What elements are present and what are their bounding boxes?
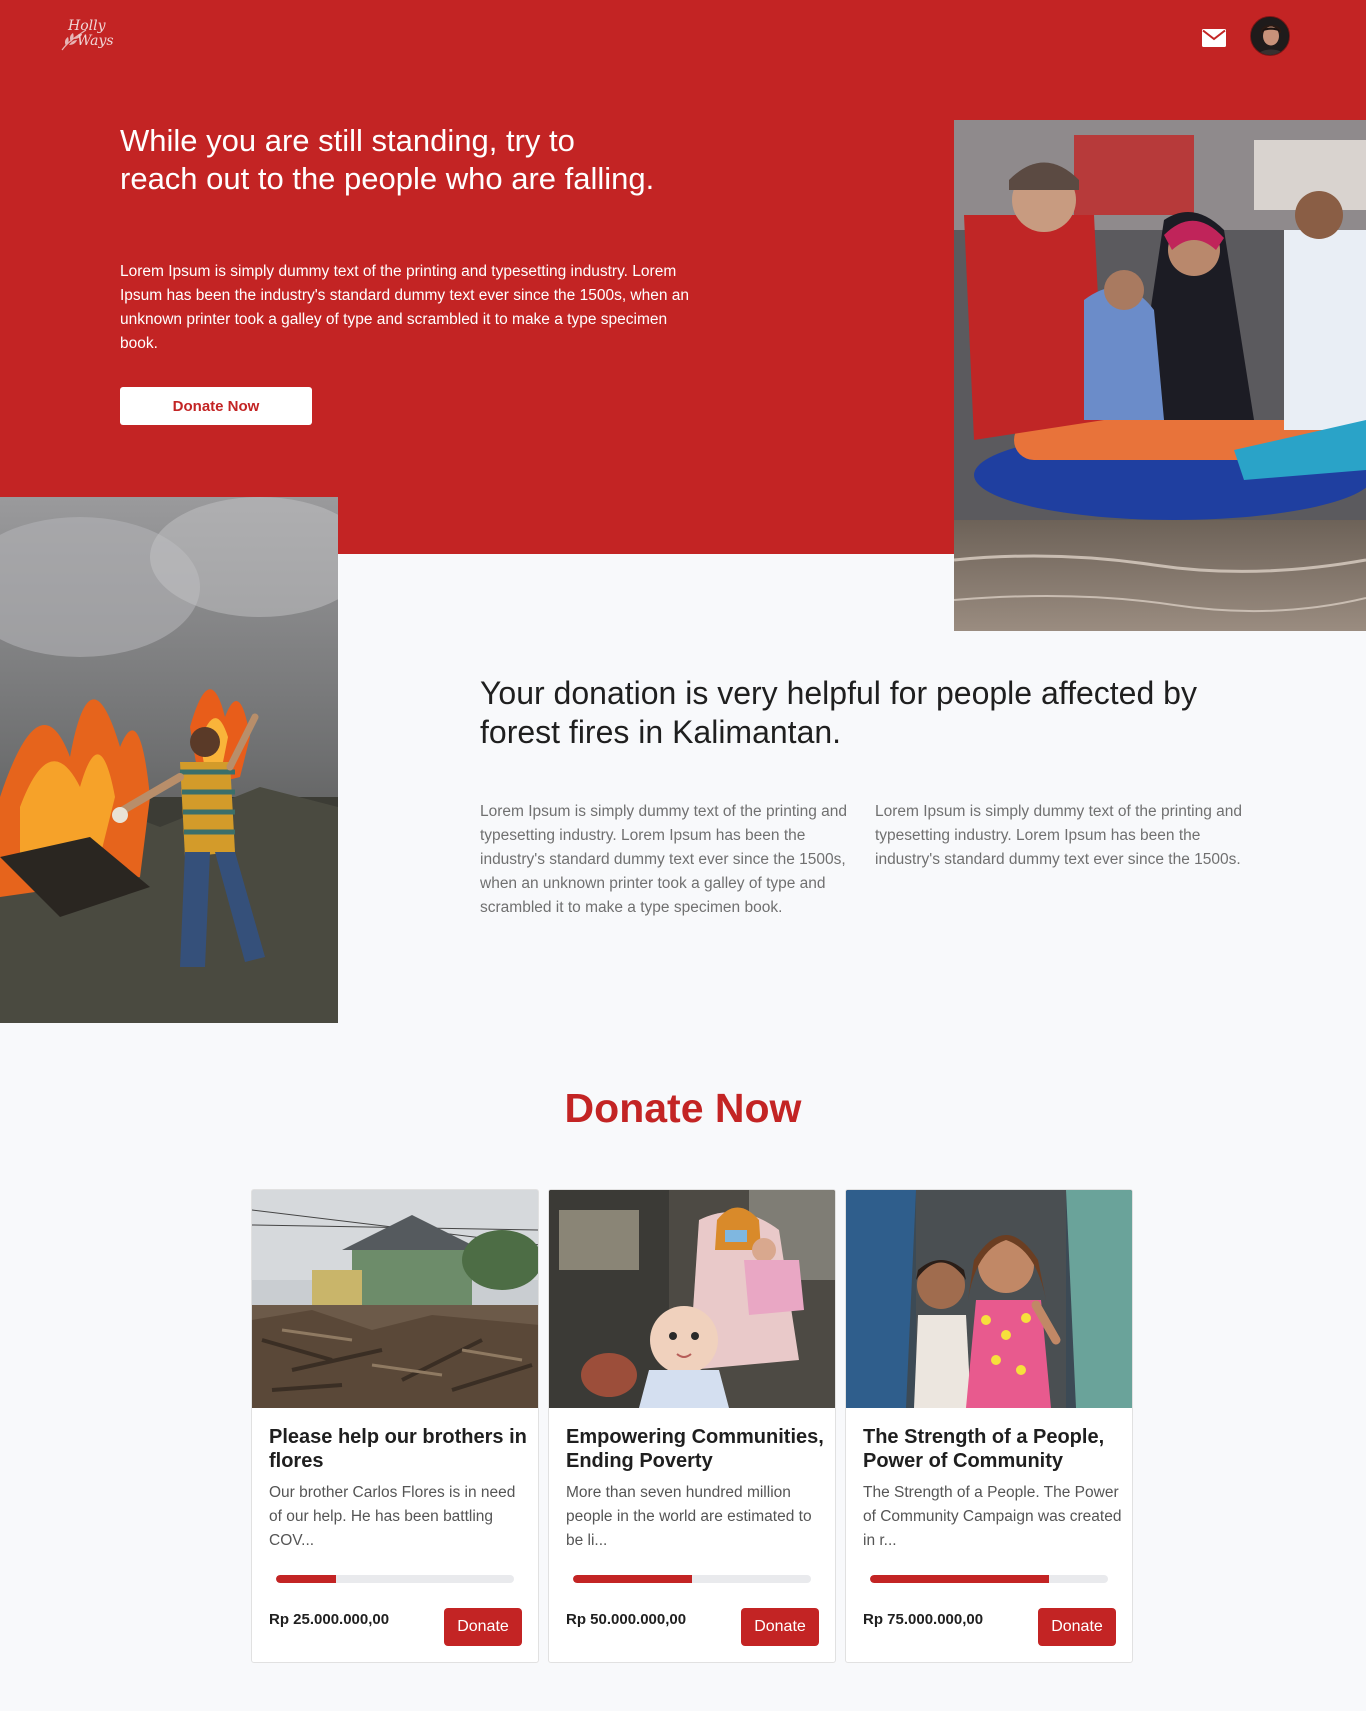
forest-fire-photo (0, 497, 338, 1023)
progress-fill (573, 1575, 692, 1583)
hero-title: While you are still standing, try to rea… (120, 123, 655, 196)
logo-text-line1: Holly (68, 18, 106, 34)
logo-text-line2: Ways (77, 33, 114, 49)
card-title: The Strength of a People, Power of Commu… (863, 1426, 1105, 1472)
card-description: Our brother Carlos Flores is in need of … (269, 1484, 516, 1549)
card-title: Please help our brothers in flores (269, 1426, 527, 1472)
mail-icon[interactable] (1202, 29, 1226, 47)
donation-progress-bar (870, 1575, 1108, 1583)
card-image-mother-baby (549, 1190, 835, 1408)
donate-button[interactable]: Donate (444, 1608, 522, 1646)
donation-amount: Rp 75.000.000,00 (863, 1611, 984, 1628)
progress-fill (276, 1575, 336, 1583)
section-title: Your donation is very helpful for people… (480, 675, 1197, 750)
user-avatar-icon (1251, 17, 1289, 55)
donate-button[interactable]: Donate (741, 1608, 819, 1646)
card-image-flood-debris (252, 1190, 538, 1408)
donation-amount: Rp 25.000.000,00 (269, 1611, 390, 1628)
hero-donate-now-button[interactable]: Donate Now (120, 387, 312, 425)
card-description: The Strength of a People. The Power of C… (863, 1484, 1122, 1549)
hero-description: Lorem Ipsum is simply dummy text of the … (120, 263, 690, 352)
donation-progress-bar (573, 1575, 811, 1583)
logo[interactable]: Holly Ways (60, 16, 122, 58)
progress-fill (870, 1575, 1049, 1583)
donation-progress-bar (276, 1575, 514, 1583)
about-paragraph-2: Lorem Ipsum is simply dummy text of the … (875, 803, 1242, 868)
about-paragraph-1: Lorem Ipsum is simply dummy text of the … (480, 803, 847, 916)
donation-amount: Rp 50.000.000,00 (566, 1611, 687, 1628)
donation-card[interactable]: Please help our brothers in flores Our b… (251, 1189, 539, 1663)
donate-section-heading: Donate Now (564, 1085, 802, 1131)
card-image-children (846, 1190, 1132, 1408)
donation-card[interactable]: Empowering Communities, Ending Poverty M… (548, 1189, 836, 1663)
donation-card[interactable]: The Strength of a People, Power of Commu… (845, 1189, 1133, 1663)
donate-button[interactable]: Donate (1038, 1608, 1116, 1646)
avatar[interactable] (1250, 16, 1290, 56)
card-title: Empowering Communities, Ending Poverty (566, 1426, 824, 1472)
card-description: More than seven hundred million people i… (566, 1484, 812, 1549)
flood-rescue-photo (954, 120, 1366, 631)
